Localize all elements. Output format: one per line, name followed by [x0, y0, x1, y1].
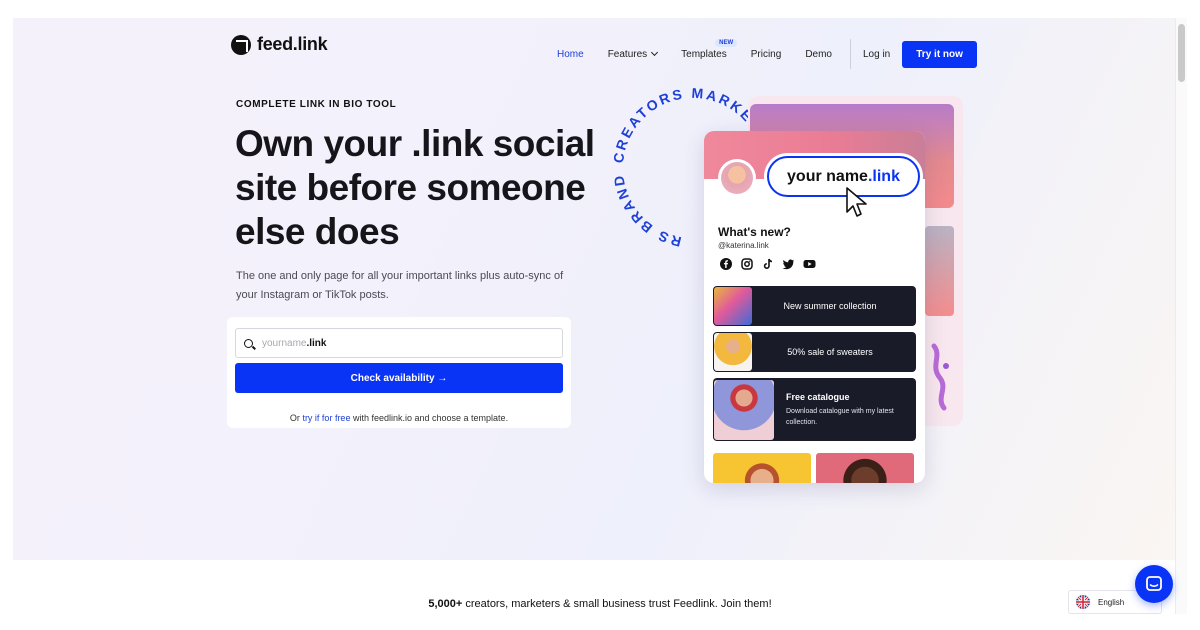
link-item-summer-collection[interactable]: New summer collection [713, 286, 916, 326]
name-search-input[interactable]: yourname .link [235, 328, 563, 358]
scrollbar[interactable] [1175, 18, 1187, 614]
facebook-icon[interactable] [719, 257, 732, 270]
pointer-cursor-icon [846, 187, 867, 217]
youtube-icon[interactable] [803, 257, 816, 270]
try-it-now-button[interactable]: Try it now [902, 40, 977, 68]
chevron-down-icon [651, 48, 659, 56]
nav-item-features[interactable]: Features [607, 48, 659, 60]
trust-statement: 5,000+ creators, marketers & small busin… [0, 598, 1200, 610]
tiktok-icon[interactable] [761, 257, 774, 270]
profile-title: What's new? [718, 225, 791, 239]
language-label: English [1098, 597, 1125, 607]
check-availability-button[interactable]: Check availability → [235, 363, 563, 393]
link-thumb [714, 379, 774, 440]
avatar [718, 159, 756, 197]
trust-count: 5,000+ [428, 598, 463, 610]
twitter-icon[interactable] [782, 257, 795, 270]
footnote-prefix: Or [289, 413, 300, 423]
main-nav: Home Features NEW Templates Pricing Demo … [557, 38, 977, 69]
link-label: Free catalogue [786, 391, 850, 402]
nav-item-templates-label: Templates [681, 48, 727, 60]
link-item-free-catalogue[interactable]: Free catalogue Download catalogue with m… [713, 378, 916, 441]
nav-item-demo[interactable]: Demo [805, 49, 832, 60]
search-suffix: .link [306, 337, 327, 349]
nav-item-home[interactable]: Home [557, 49, 584, 60]
nav-item-features-label: Features [607, 48, 648, 60]
try-free-link[interactable]: try if for free [302, 413, 350, 423]
nav-item-templates[interactable]: NEW Templates [681, 38, 738, 60]
profile-handle: @katerina.link [718, 241, 769, 250]
search-placeholder: yourname [262, 337, 307, 349]
link-text-block: Free catalogue Download catalogue with m… [774, 392, 916, 428]
uk-flag-icon [1076, 595, 1090, 609]
profile-preview-card: your name .link What's new? @katerina.lin… [704, 131, 925, 483]
logo[interactable]: feed.link [231, 34, 328, 55]
background-photo-small [925, 226, 954, 316]
new-badge: NEW [715, 38, 738, 47]
hero-eyebrow: COMPLETE LINK IN BIO TOOL [236, 99, 397, 110]
link-thumb [714, 333, 752, 371]
social-icons [719, 257, 816, 270]
link-description: Download catalogue with my latest collec… [786, 407, 894, 426]
gallery-photo[interactable] [816, 453, 914, 483]
chat-launcher-button[interactable] [1135, 565, 1173, 603]
pill-prefix: your name [787, 167, 868, 185]
decorative-splash [931, 343, 949, 411]
form-footnote: Or try if for free with feedlink.io and … [227, 413, 571, 423]
search-icon [244, 338, 253, 348]
link-label: New summer collection [783, 301, 877, 311]
trust-text: creators, marketers & small business tru… [465, 598, 772, 610]
gallery-photo[interactable] [713, 453, 811, 483]
nav-item-pricing[interactable]: Pricing [751, 49, 782, 60]
page-viewport: feed.link Home Features NEW Templates Pri… [13, 18, 1187, 614]
link-item-sweater-sale[interactable]: 50% sale of sweaters [713, 332, 916, 372]
logo-mark-icon [231, 34, 251, 55]
link-label: 50% sale of sweaters [787, 347, 873, 357]
scroll-thumb[interactable] [1178, 24, 1185, 82]
availability-form: yourname .link Check availability → Or tr… [227, 317, 571, 428]
chat-icon [1146, 576, 1162, 591]
hero-headline: Own your .link social site before someon… [235, 123, 595, 252]
footnote-suffix: with feedlink.io and choose a template. [352, 413, 509, 423]
link-thumb [714, 287, 752, 325]
instagram-icon[interactable] [740, 257, 753, 270]
pill-suffix: .link [867, 167, 900, 185]
hero-subtext: The one and only page for all your impor… [236, 270, 564, 301]
login-link[interactable]: Log in [863, 49, 890, 60]
nav-divider [850, 39, 851, 69]
logo-text: feed.link [257, 34, 328, 54]
